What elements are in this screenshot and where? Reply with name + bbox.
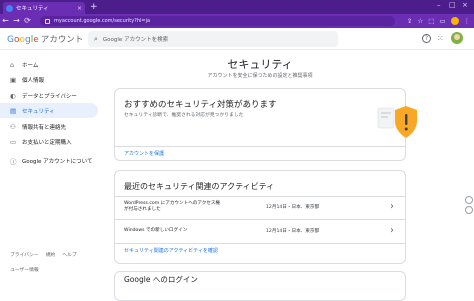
activity-when: 12月14日・日本、東京都 bbox=[266, 229, 320, 234]
protect-account-link[interactable]: アカウントを保護 bbox=[124, 150, 164, 157]
sidebar: ⌂ ホーム ▣ 個人情報 ◐ データとプライバシー ▤ セキュリティ ⚇ 情報共… bbox=[0, 50, 100, 280]
account-search-input[interactable]: ⌕ Google アカウントを検索 bbox=[88, 31, 338, 47]
apps-grid-icon[interactable]: ⁙ bbox=[437, 34, 444, 43]
row-divider bbox=[115, 219, 405, 220]
google-account-logo[interactable]: Google アカウント bbox=[7, 33, 83, 45]
card-divider bbox=[115, 146, 405, 147]
maximize-icon[interactable]: □ bbox=[449, 1, 456, 9]
sidebar-item-label: データとプライバシー bbox=[22, 93, 77, 100]
activity-action: WordPress.com にアカウントへのアクセス権が付与されました bbox=[124, 201, 221, 212]
sidebar-item-label: お支払いと定期購入 bbox=[22, 139, 72, 146]
reload-icon[interactable]: ⟳ bbox=[22, 14, 33, 28]
avatar[interactable] bbox=[451, 32, 463, 44]
tab-close-icon[interactable]: × bbox=[77, 5, 82, 12]
signin-card: Google へのログイン bbox=[114, 271, 406, 301]
profile-icon[interactable] bbox=[450, 17, 459, 25]
chevron-right-icon: › bbox=[390, 225, 394, 236]
toggle-icon: ◐ bbox=[10, 91, 16, 100]
activity-when: 12月14日・日本、東京都 bbox=[266, 205, 320, 210]
search-icon: ⌕ bbox=[94, 34, 98, 43]
search-placeholder: Google アカウントを検索 bbox=[102, 37, 169, 43]
tab-title: セキュリティ bbox=[16, 6, 49, 12]
activity-card: 最近のセキュリティ関連のアクティビティ WordPress.com にアカウント… bbox=[114, 170, 406, 264]
share-icon[interactable]: ⇪ bbox=[407, 17, 412, 25]
back-icon[interactable]: ← bbox=[0, 14, 11, 28]
person-icon: ▣ bbox=[10, 75, 17, 84]
sidebar-item-label: ホーム bbox=[22, 62, 39, 69]
review-activity-link[interactable]: セキュリティ関連のアクティビティを確認 bbox=[124, 247, 218, 254]
bookmark-star-icon[interactable]: ☆ bbox=[417, 17, 423, 25]
forward-icon[interactable]: → bbox=[11, 14, 22, 28]
sidebar-item-about[interactable]: ⓘ Google アカウントについて bbox=[0, 153, 98, 168]
activity-action: Windows での新しいログイン bbox=[124, 228, 188, 233]
terms-link[interactable]: 規約 bbox=[46, 251, 56, 258]
activity-title: 最近のセキュリティ関連のアクティビティ bbox=[124, 182, 275, 191]
chevron-right-icon: › bbox=[390, 201, 394, 212]
footer-links: プライバシー 規約 ヘルプ bbox=[10, 251, 77, 258]
help-icon[interactable]: ? bbox=[422, 34, 431, 43]
google-favicon-icon bbox=[6, 4, 13, 12]
browser-menu-icon[interactable]: ⋮ bbox=[464, 17, 471, 25]
sidebar-item-data-privacy[interactable]: ◐ データとプライバシー bbox=[0, 88, 98, 103]
sidebar-item-label: Google アカウントについて bbox=[22, 158, 93, 165]
sidepanel-icon[interactable]: ▭ bbox=[439, 17, 445, 25]
extension-puzzle-icon[interactable]: ⬚ bbox=[428, 17, 434, 25]
browser-toolbar: ← → ⟳ myaccount.google.com/security?hl=j… bbox=[0, 14, 474, 28]
recommendation-description: セキュリティ診断で、推奨される対応が見つかりました bbox=[124, 113, 244, 118]
side-panel-icon[interactable] bbox=[465, 206, 473, 214]
browser-tab[interactable]: セキュリティ × bbox=[3, 2, 85, 14]
url-text: myaccount.google.com/security?hl=ja bbox=[54, 18, 151, 24]
new-tab-button[interactable]: + bbox=[90, 2, 98, 12]
home-icon: ⌂ bbox=[10, 60, 15, 69]
lock-icon: ▤ bbox=[10, 106, 17, 115]
browser-tabbar: セキュリティ × + – □ × bbox=[0, 0, 474, 14]
sidebar-item-payments[interactable]: ▭ お支払いと定期購入 bbox=[0, 134, 98, 149]
brand-suffix: アカウント bbox=[40, 35, 84, 45]
address-bar[interactable]: myaccount.google.com/security?hl=ja bbox=[40, 16, 395, 26]
sidebar-item-label: 情報共有と連絡先 bbox=[22, 124, 67, 131]
page-subtitle: アカウントを安全に保つための設定と推奨事項 bbox=[207, 73, 313, 79]
info-icon: ⓘ bbox=[10, 157, 17, 166]
sidebar-item-security[interactable]: ▤ セキュリティ bbox=[0, 103, 98, 118]
lock-icon[interactable] bbox=[45, 18, 50, 24]
sidebar-item-home[interactable]: ⌂ ホーム bbox=[0, 57, 98, 72]
window-close-icon[interactable]: × bbox=[462, 1, 468, 9]
side-panel-icon[interactable] bbox=[465, 196, 473, 204]
sidebar-item-label: 個人情報 bbox=[22, 77, 45, 84]
help-link[interactable]: ヘルプ bbox=[62, 251, 76, 258]
page-title: セキュリティ bbox=[227, 58, 293, 71]
activity-row[interactable]: Windows での新しいログイン 12月14日・日本、東京都 › bbox=[115, 221, 405, 243]
activity-row[interactable]: WordPress.com にアカウントへのアクセス権が付与されました 12月1… bbox=[115, 197, 405, 219]
browser-extensions: ⇪ ☆ ⬚ ▭ ⋮ bbox=[407, 15, 470, 27]
people-icon: ⚇ bbox=[10, 122, 16, 131]
sidebar-item-label: セキュリティ bbox=[22, 108, 55, 115]
minimize-icon[interactable]: – bbox=[437, 1, 441, 9]
feedback-link[interactable]: ユーザー情報 bbox=[10, 266, 39, 273]
sidebar-item-sharing[interactable]: ⚇ 情報共有と連絡先 bbox=[0, 119, 98, 134]
app-header: Google アカウント ⌕ Google アカウントを検索 ? ⁙ bbox=[0, 28, 474, 50]
warning-shield-icon bbox=[377, 106, 417, 138]
recommendation-title: おすすめのセキュリティ対策があります bbox=[124, 100, 277, 110]
sidebar-item-personal-info[interactable]: ▣ 個人情報 bbox=[0, 72, 98, 87]
recommendation-card[interactable]: おすすめのセキュリティ対策があります セキュリティ診断で、推奨される対応が見つか… bbox=[114, 88, 417, 161]
privacy-link[interactable]: プライバシー bbox=[10, 251, 39, 258]
row-divider bbox=[115, 243, 405, 244]
card-icon: ▭ bbox=[10, 137, 17, 146]
